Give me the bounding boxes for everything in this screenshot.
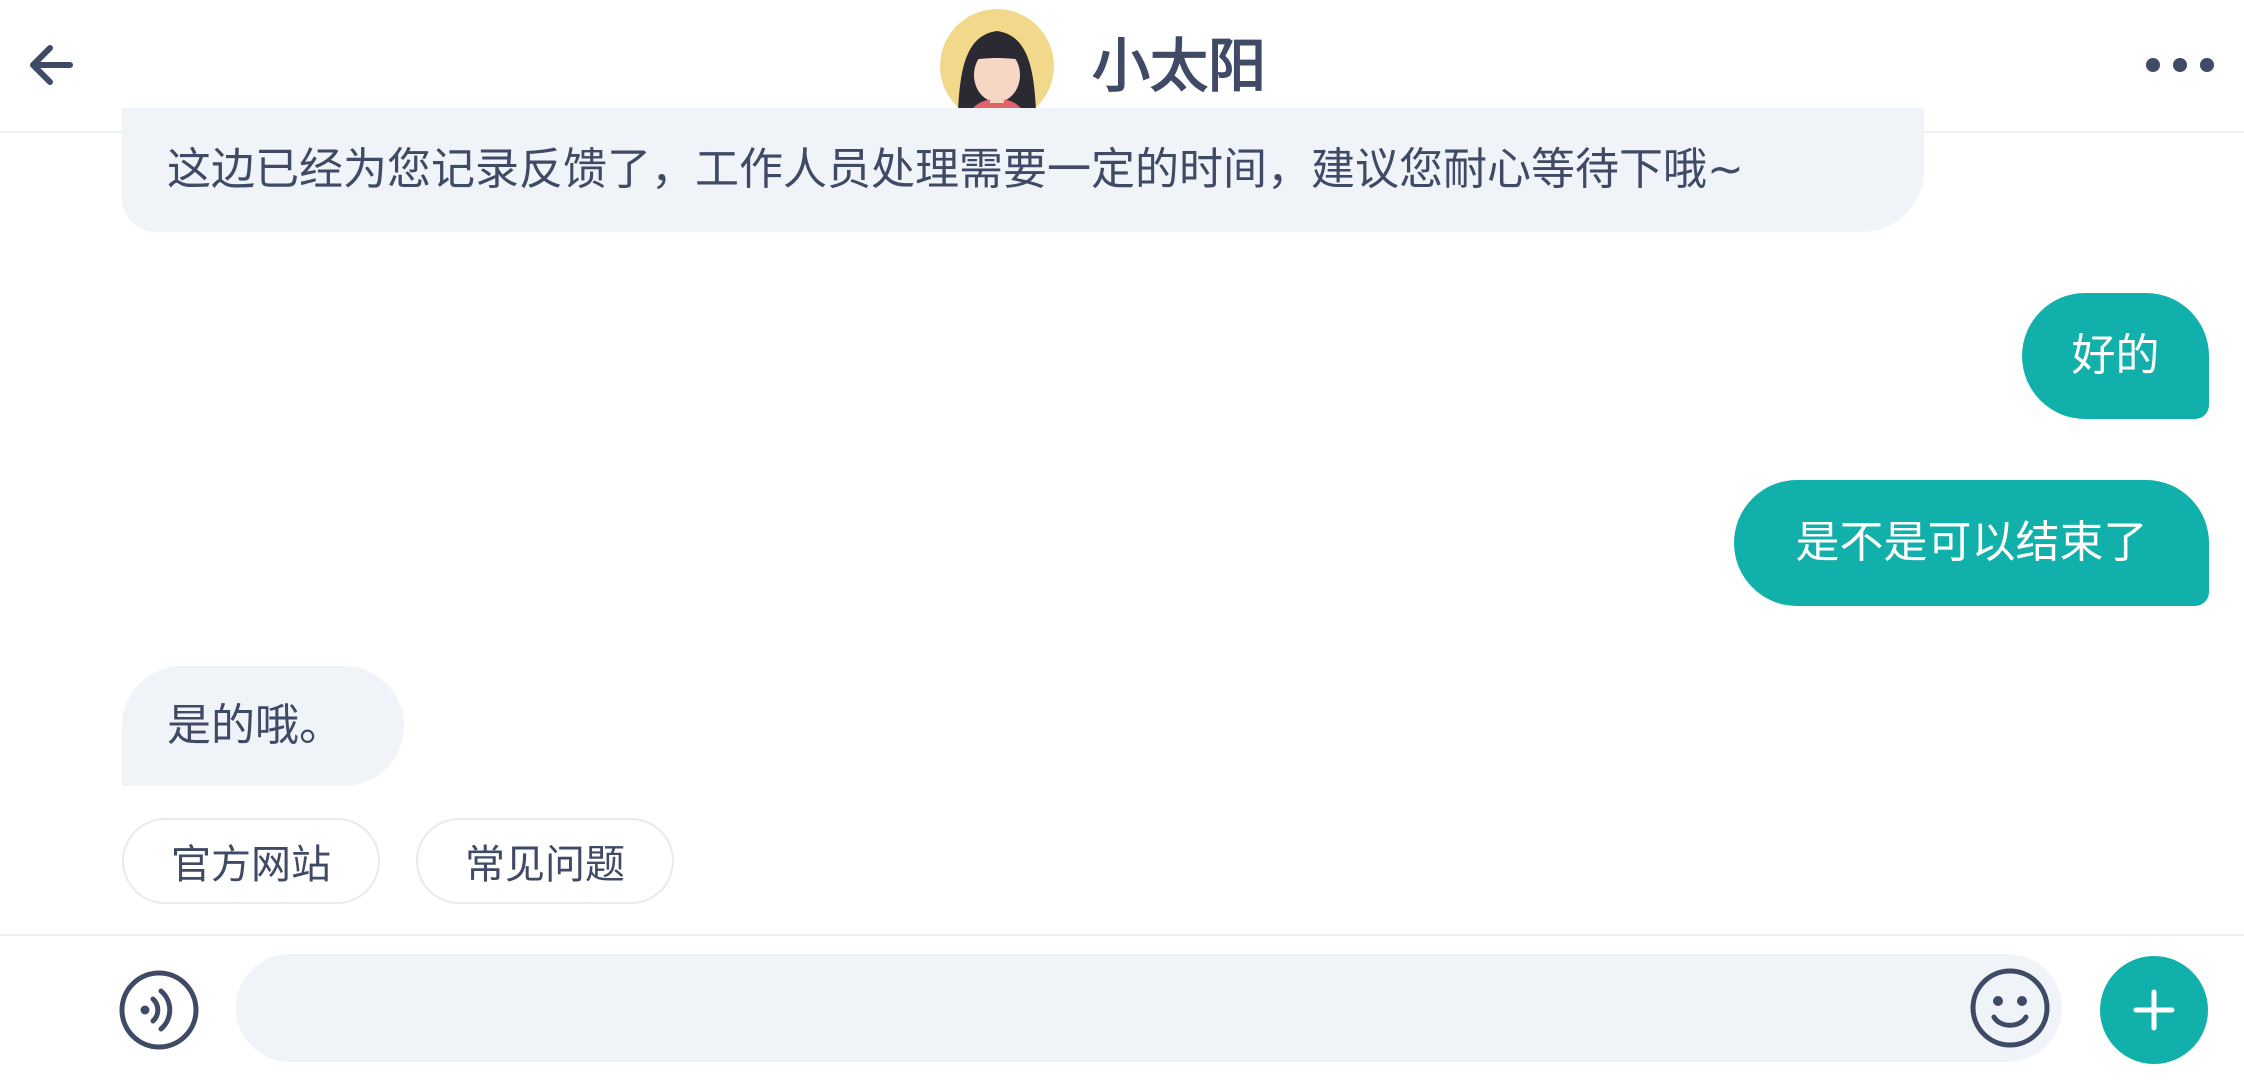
- message-text: 这边已经为您记录反馈了，工作人员处理需要一定的时间，建议您耐心等待下哦~: [167, 144, 1744, 195]
- message-text: 好的: [2071, 330, 2160, 381]
- emoji-icon: [1970, 968, 2050, 1048]
- avatar[interactable]: [940, 9, 1054, 123]
- back-button[interactable]: [22, 36, 80, 94]
- girl-avatar-icon: [940, 9, 1054, 123]
- user-message: 好的: [2022, 293, 2209, 419]
- voice-button[interactable]: [118, 969, 200, 1051]
- add-button[interactable]: [2100, 956, 2208, 1064]
- voice-icon: [119, 970, 199, 1050]
- more-button[interactable]: [2140, 42, 2220, 88]
- message-text: 是不是可以结束了: [1795, 517, 2148, 568]
- chat-title: 小太阳: [1092, 32, 1267, 100]
- agent-message: 这边已经为您记录反馈了，工作人员处理需要一定的时间，建议您耐心等待下哦~: [122, 108, 1924, 232]
- agent-message: 是的哦。: [122, 666, 404, 786]
- emoji-button[interactable]: [1968, 966, 2052, 1050]
- input-bar: [0, 934, 2244, 1082]
- quick-reply-official-site[interactable]: 官方网站: [122, 818, 380, 904]
- user-message: 是不是可以结束了: [1734, 480, 2209, 606]
- chat-title-group: 小太阳: [940, 9, 1266, 123]
- message-input[interactable]: [236, 954, 2062, 1062]
- plus-icon: [2133, 989, 2175, 1031]
- arrow-left-icon: [30, 45, 73, 85]
- quick-reply-faq[interactable]: 常见问题: [416, 818, 674, 904]
- message-text: 是的哦。: [167, 700, 343, 751]
- more-horizontal-icon: [2146, 58, 2214, 72]
